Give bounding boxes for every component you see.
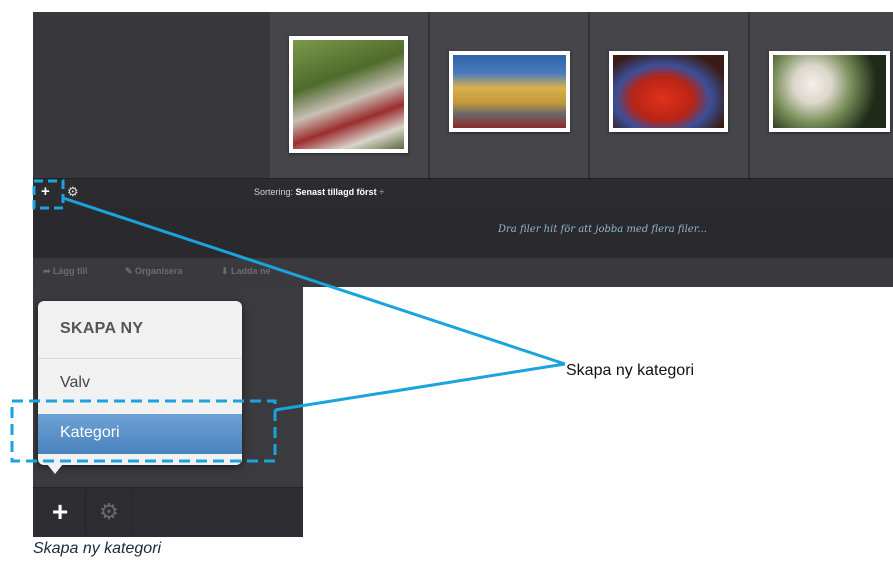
sort-control[interactable]: Sortering: Senast tillagd först ÷: [254, 187, 384, 197]
photo-thumbnail-garage[interactable]: [449, 51, 570, 132]
add-action-label: Lägg till: [53, 266, 88, 276]
photo-thumbnail-saw[interactable]: [289, 36, 408, 153]
menu-item-category-label: Kategori: [60, 424, 120, 441]
photo-thumbnail-lobster[interactable]: [609, 51, 728, 132]
app-screenshot: + ⚙ Sortering: Senast tillagd först ÷ Dr…: [33, 12, 893, 287]
photo-thumbnail-blossom[interactable]: [769, 51, 890, 132]
callout-line-lower: [274, 362, 566, 412]
organize-action-label: Organisera: [135, 266, 183, 276]
photo-cell[interactable]: [430, 12, 590, 178]
sort-label: Sortering:: [254, 187, 294, 197]
menu-pointer-arrow: [47, 464, 63, 474]
sort-arrow-icon: ÷: [379, 187, 385, 197]
menu-item-vault[interactable]: Valv: [60, 374, 90, 392]
add-button[interactable]: +: [41, 184, 50, 200]
menu-item-category[interactable]: Kategori: [38, 414, 242, 454]
menu-heading: SKAPA NY: [60, 320, 144, 337]
sort-value: Senast tillagd först: [295, 187, 377, 197]
download-action[interactable]: ⬇ Ladda ne: [221, 266, 271, 277]
zoomed-menu-screenshot: + ⚙ SKAPA NY Valv Kategori: [33, 287, 303, 537]
photo-cell[interactable]: [590, 12, 750, 178]
zoom-add-button[interactable]: +: [39, 490, 81, 534]
category-pane: [33, 12, 271, 178]
drop-zone[interactable]: Dra filer hit för att jobba med flera fi…: [33, 207, 893, 257]
photo-cell[interactable]: [270, 12, 430, 178]
zoom-settings-gear-icon[interactable]: ⚙: [85, 490, 133, 534]
photo-cell[interactable]: [750, 12, 893, 178]
action-bar: ➦ Lägg till ✎ Organisera ⬇ Ladda ne: [33, 257, 893, 287]
create-new-menu: SKAPA NY Valv Kategori: [38, 301, 242, 465]
organize-action[interactable]: ✎ Organisera: [125, 266, 183, 277]
download-action-label: Ladda ne: [231, 266, 271, 276]
settings-gear-icon[interactable]: ⚙: [67, 184, 79, 200]
callout-label: Skapa ny kategori: [566, 362, 695, 379]
bottom-toolbar: + ⚙ Sortering: Senast tillagd först ÷: [33, 178, 893, 207]
drop-hint: Dra filer hit för att jobba med flera fi…: [498, 224, 707, 235]
menu-divider: [38, 358, 242, 359]
add-action[interactable]: ➦ Lägg till: [43, 266, 88, 277]
figure-caption: Skapa ny kategori: [33, 540, 162, 557]
